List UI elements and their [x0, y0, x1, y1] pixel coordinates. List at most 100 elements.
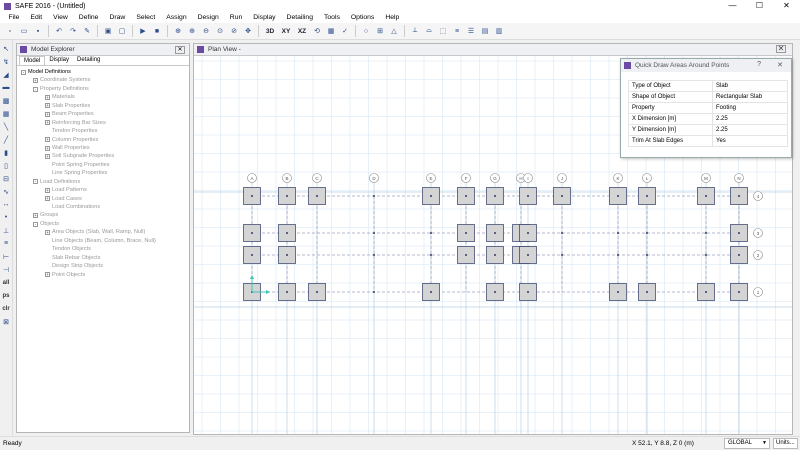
property-value[interactable]: 2.25 — [712, 124, 788, 136]
table-icon[interactable]: ▤ — [479, 25, 491, 37]
draw-tendon-icon[interactable]: ∿ — [1, 186, 11, 197]
edit-icon[interactable]: ✎ — [81, 25, 93, 37]
tree-item[interactable]: Tendon Properties — [21, 127, 185, 135]
expand-icon[interactable]: + — [45, 120, 50, 126]
tree-item[interactable]: Tendon Objects — [21, 245, 185, 253]
tree-item[interactable]: + Soil Subgrade Properties — [21, 152, 185, 160]
property-row[interactable]: Shape of Object Rectangular Slab — [628, 91, 788, 103]
coordinate-system-select[interactable]: GLOBAL ▼ — [724, 438, 770, 449]
select-pointer-icon[interactable]: ↖ — [1, 43, 11, 54]
menu-tools[interactable]: Tools — [319, 14, 346, 21]
check-icon[interactable]: ✓ — [339, 25, 351, 37]
perspective-icon[interactable]: ▦ — [325, 25, 337, 37]
tree-item[interactable]: Load Combinations — [21, 203, 185, 211]
expand-icon[interactable]: + — [33, 78, 38, 84]
view-xy-button[interactable]: XY — [279, 25, 293, 37]
menu-detailing[interactable]: Detailing — [281, 14, 318, 21]
menu-edit[interactable]: Edit — [25, 14, 48, 21]
draw-beam-icon[interactable]: ╱ — [1, 134, 11, 145]
collapse-icon[interactable]: - — [33, 179, 38, 185]
section-cut-icon[interactable]: ⊢ — [1, 251, 11, 262]
collapse-icon[interactable]: - — [21, 69, 26, 75]
shape-icon[interactable]: △ — [388, 25, 400, 37]
property-row[interactable]: Type of Object Slab — [628, 80, 788, 92]
expand-icon[interactable]: + — [45, 230, 50, 236]
menu-display[interactable]: Display — [248, 14, 281, 21]
property-row[interactable]: X Dimension [m] 2.25 — [628, 113, 788, 125]
tree-item[interactable]: + Groups — [21, 211, 185, 219]
tree-item[interactable]: + Reinforcing Bar Sizes — [21, 119, 185, 127]
units-button[interactable]: Units... — [773, 438, 798, 449]
plan-view-close-icon[interactable]: ✕ — [776, 45, 786, 53]
property-value[interactable]: Slab — [712, 80, 788, 92]
unlock-icon[interactable]: ▢ — [116, 25, 128, 37]
close-button[interactable]: ✕ — [773, 0, 800, 12]
property-value[interactable]: Footing — [712, 102, 788, 114]
tree-item[interactable]: - Load Definitions — [21, 178, 185, 186]
property-row[interactable]: Property Footing — [628, 102, 788, 114]
deformed-icon[interactable]: ⟂ — [409, 25, 421, 37]
lock-icon[interactable]: ▣ — [102, 25, 114, 37]
menu-design[interactable]: Design — [192, 14, 224, 21]
previous-selection-icon[interactable]: ps — [1, 290, 11, 301]
snap-icon[interactable]: ⊣ — [1, 264, 11, 275]
expand-icon[interactable]: + — [45, 111, 50, 117]
view-3d-button[interactable]: 3D — [263, 25, 277, 37]
dimension-icon[interactable]: ↔ — [1, 199, 11, 210]
menu-view[interactable]: View — [48, 14, 74, 21]
maximize-button[interactable]: ☐ — [746, 0, 773, 12]
reshape-icon[interactable]: ↯ — [1, 56, 11, 67]
minimize-button[interactable]: — — [719, 0, 746, 12]
tree-item[interactable]: + Load Cases — [21, 195, 185, 203]
tree-item[interactable]: Point Spring Properties — [21, 161, 185, 169]
report-icon[interactable]: ▥ — [493, 25, 505, 37]
expand-icon[interactable]: + — [45, 272, 50, 278]
collapse-icon[interactable]: - — [33, 221, 38, 227]
draw-support-icon[interactable]: ⊥ — [1, 225, 11, 236]
draw-rect-area-icon[interactable]: ▬ — [1, 82, 11, 93]
menu-draw[interactable]: Draw — [104, 14, 131, 21]
undo-icon[interactable]: ↶ — [53, 25, 65, 37]
draw-rebar-icon[interactable]: ≡ — [1, 238, 11, 249]
tree-item[interactable]: - Model Definitions — [21, 68, 185, 76]
menu-options[interactable]: Options — [345, 14, 379, 21]
menu-select[interactable]: Select — [131, 14, 161, 21]
pan-icon[interactable]: ✥ — [242, 25, 254, 37]
zoom-in-icon[interactable]: ⊕ — [186, 25, 198, 37]
menu-define[interactable]: Define — [73, 14, 104, 21]
view-options-icon[interactable]: ☰ — [465, 25, 477, 37]
menu-help[interactable]: Help — [380, 14, 405, 21]
view-xz-button[interactable]: XZ — [295, 25, 309, 37]
tab-model[interactable]: Model — [19, 56, 46, 65]
tree-item[interactable]: + Beam Properties — [21, 110, 185, 118]
stop-icon[interactable]: ■ — [151, 25, 163, 37]
new-icon[interactable]: ▫ — [4, 25, 16, 37]
select-all-icon[interactable]: ⊞ — [374, 25, 386, 37]
menu-file[interactable]: File — [3, 14, 25, 21]
slab-icon[interactable]: ⬚ — [437, 25, 449, 37]
quick-draw-area-icon[interactable]: ▩ — [1, 95, 11, 106]
clear-selection-icon[interactable]: clr — [1, 303, 11, 314]
tree-item[interactable]: + Materials — [21, 93, 185, 101]
zoom-fit-icon[interactable]: ⊙ — [214, 25, 226, 37]
tree-item[interactable]: Line Spring Properties — [21, 169, 185, 177]
zoom-previous-icon[interactable]: ⊘ — [228, 25, 240, 37]
draw-point-icon[interactable]: • — [1, 212, 11, 223]
redo-icon[interactable]: ↷ — [67, 25, 79, 37]
open-icon[interactable]: ▭ — [18, 25, 30, 37]
expand-icon[interactable]: + — [45, 196, 50, 202]
expand-icon[interactable]: + — [45, 137, 50, 143]
property-row[interactable]: Y Dimension [m] 2.25 — [628, 124, 788, 136]
rotate-icon[interactable]: ⟲ — [311, 25, 323, 37]
tree-item[interactable]: + Wall Properties — [21, 144, 185, 152]
menu-assign[interactable]: Assign — [161, 14, 192, 21]
save-icon[interactable]: ▪ — [32, 25, 44, 37]
help-icon[interactable]: ? — [757, 61, 761, 68]
expand-icon[interactable]: + — [45, 187, 50, 193]
menu-run[interactable]: Run — [224, 14, 247, 21]
tree-item[interactable]: - Objects — [21, 220, 185, 228]
circle-icon[interactable]: ○ — [360, 25, 372, 37]
support-icon[interactable]: ⌓ — [423, 25, 435, 37]
draw-area-icon[interactable]: ◢ — [1, 69, 11, 80]
expand-icon[interactable]: + — [45, 103, 50, 109]
